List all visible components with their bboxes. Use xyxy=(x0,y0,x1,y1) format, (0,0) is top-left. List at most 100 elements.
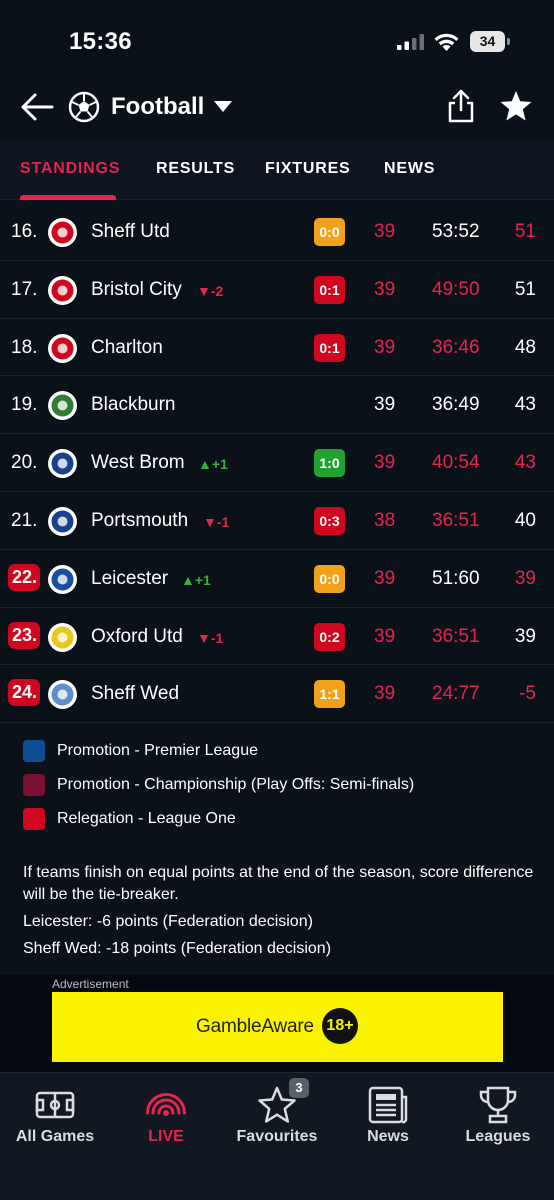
matches-played: 39 xyxy=(374,278,396,300)
team-crest-icon xyxy=(48,218,77,247)
matches-played: 38 xyxy=(374,509,396,531)
live-score-badge[interactable]: 1:0 xyxy=(314,449,345,478)
live-score-badge[interactable]: 1:1 xyxy=(314,680,345,709)
tab-fixtures[interactable]: FIXTURES xyxy=(265,160,351,178)
triangle-up-icon: ▲ xyxy=(181,571,195,588)
team-crest-icon xyxy=(48,506,77,536)
position-change-value: -2 xyxy=(210,282,224,299)
goals: 40:54 xyxy=(432,452,480,474)
legend-label: Relegation - League One xyxy=(57,810,236,827)
live-score-badge[interactable]: 0:3 xyxy=(314,506,345,535)
nav-live[interactable]: LIVE xyxy=(111,1073,221,1163)
tab-results[interactable]: RESULTS xyxy=(156,160,235,178)
matches-played: 39 xyxy=(374,625,396,647)
team-crest-icon xyxy=(48,391,77,421)
live-score-badge[interactable]: 0:0 xyxy=(314,218,345,246)
football-icon xyxy=(68,91,100,123)
legend-label: Promotion - Premier League xyxy=(57,742,258,759)
team-crest-icon xyxy=(48,622,77,652)
table-row[interactable]: 24. Sheff Wed 1:1 39 24:77 -5 xyxy=(0,665,554,724)
pitch-icon xyxy=(35,1091,75,1119)
nav-label: LIVE xyxy=(148,1128,184,1145)
points: -5 xyxy=(519,683,536,705)
deduction-note: Leicester: -6 points (Federation decisio… xyxy=(23,913,313,930)
team-crest-icon xyxy=(48,564,77,594)
position: 17. xyxy=(11,278,38,300)
triangle-up-icon: ▲ xyxy=(198,456,212,473)
points: 51 xyxy=(514,221,536,242)
share-icon[interactable] xyxy=(446,89,476,123)
nav-label: News xyxy=(367,1128,409,1145)
goals: 49:50 xyxy=(432,278,480,300)
table-row[interactable]: 17. Bristol City ▼-2 0:1 39 49:50 51 xyxy=(0,261,554,319)
table-row[interactable]: 16. Sheff Utd 0:0 39 53:52 51 xyxy=(0,203,554,261)
cellular-signal-icon xyxy=(397,34,424,50)
legend-swatch xyxy=(23,808,45,830)
live-score-badge[interactable]: 0:2 xyxy=(314,622,345,651)
triangle-down-icon: ▼ xyxy=(197,282,211,299)
matches-played: 39 xyxy=(374,452,396,474)
tiebreak-note: If teams finish on equal points at the e… xyxy=(23,864,534,903)
position-change-value: -1 xyxy=(210,629,224,646)
position-change: ▼-1 xyxy=(197,630,223,646)
nav-favourites[interactable]: 3 Favourites xyxy=(222,1073,332,1163)
position: 24. xyxy=(8,679,40,707)
legend-swatch xyxy=(23,740,45,762)
table-row[interactable]: 18. Charlton 0:1 39 36:46 48 xyxy=(0,319,554,377)
nav-label: Leagues xyxy=(465,1128,531,1145)
sport-title[interactable]: Football xyxy=(111,93,204,121)
team-name: Oxford Utd xyxy=(91,625,183,647)
nav-label: Favourites xyxy=(236,1128,318,1145)
position-change: ▼-2 xyxy=(197,283,223,299)
team-name: Charlton xyxy=(91,336,163,358)
points: 48 xyxy=(514,336,536,358)
ad-label: Advertisement xyxy=(52,977,129,991)
standings-notes: If teams finish on equal points at the e… xyxy=(23,862,543,965)
trophy-icon xyxy=(479,1086,517,1124)
tab-news[interactable]: NEWS xyxy=(384,160,435,178)
matches-played: 39 xyxy=(374,567,396,589)
goals: 51:60 xyxy=(432,567,480,589)
table-row[interactable]: 20. West Brom ▲+1 1:0 39 40:54 43 xyxy=(0,434,554,492)
points: 51 xyxy=(514,278,536,300)
points: 43 xyxy=(514,452,536,474)
matches-played: 39 xyxy=(374,336,396,358)
back-arrow-icon[interactable] xyxy=(20,92,54,122)
goals: 24:77 xyxy=(432,683,480,705)
position-change-value: -1 xyxy=(216,513,230,530)
chevron-down-icon[interactable] xyxy=(214,101,232,112)
team-name: Sheff Utd xyxy=(91,221,170,242)
team-name: West Brom xyxy=(91,452,185,474)
status-bar: 15:36 34 xyxy=(0,0,554,80)
team-name: Sheff Wed xyxy=(91,683,180,705)
live-icon xyxy=(146,1093,186,1116)
table-row[interactable]: 19. Blackburn 39 36:49 43 xyxy=(0,376,554,435)
live-score-badge[interactable]: 0:1 xyxy=(314,275,345,304)
position-change: ▲+1 xyxy=(181,572,211,588)
position-change-value: +1 xyxy=(211,456,228,473)
team-name: Leicester xyxy=(91,567,169,589)
tab-standings[interactable]: STANDINGS xyxy=(20,160,120,178)
table-row[interactable]: 21. Portsmouth ▼-1 0:3 38 36:51 40 xyxy=(0,492,554,550)
goals: 36:46 xyxy=(432,336,480,358)
favourite-star-icon[interactable] xyxy=(499,90,533,122)
battery-level: 34 xyxy=(470,31,505,52)
live-score-badge[interactable]: 0:1 xyxy=(314,333,345,362)
nav-leagues[interactable]: Leagues xyxy=(443,1073,553,1163)
nav-news[interactable]: News xyxy=(333,1073,443,1163)
position: 21. xyxy=(11,509,38,531)
triangle-down-icon: ▼ xyxy=(203,513,217,530)
table-row[interactable]: 22. Leicester ▲+1 0:0 39 51:60 39 xyxy=(0,550,554,608)
matches-played: 39 xyxy=(374,394,396,416)
team-crest-icon xyxy=(48,333,77,363)
age-restriction-badge: 18+ xyxy=(322,1008,358,1044)
bottom-nav: All Games LIVE 3 Favourites News Leagues xyxy=(0,1072,554,1200)
news-icon xyxy=(368,1086,408,1124)
team-name: Blackburn xyxy=(91,394,176,416)
legend-label: Promotion - Championship (Play Offs: Sem… xyxy=(57,776,415,793)
ad-banner[interactable]: GambleAware 18+ xyxy=(52,992,503,1062)
table-row[interactable]: 23. Oxford Utd ▼-1 0:2 39 36:51 39 xyxy=(0,608,554,666)
live-score-badge[interactable]: 0:0 xyxy=(314,564,345,593)
nav-all-games[interactable]: All Games xyxy=(0,1073,110,1163)
position-change-value: +1 xyxy=(194,571,211,588)
